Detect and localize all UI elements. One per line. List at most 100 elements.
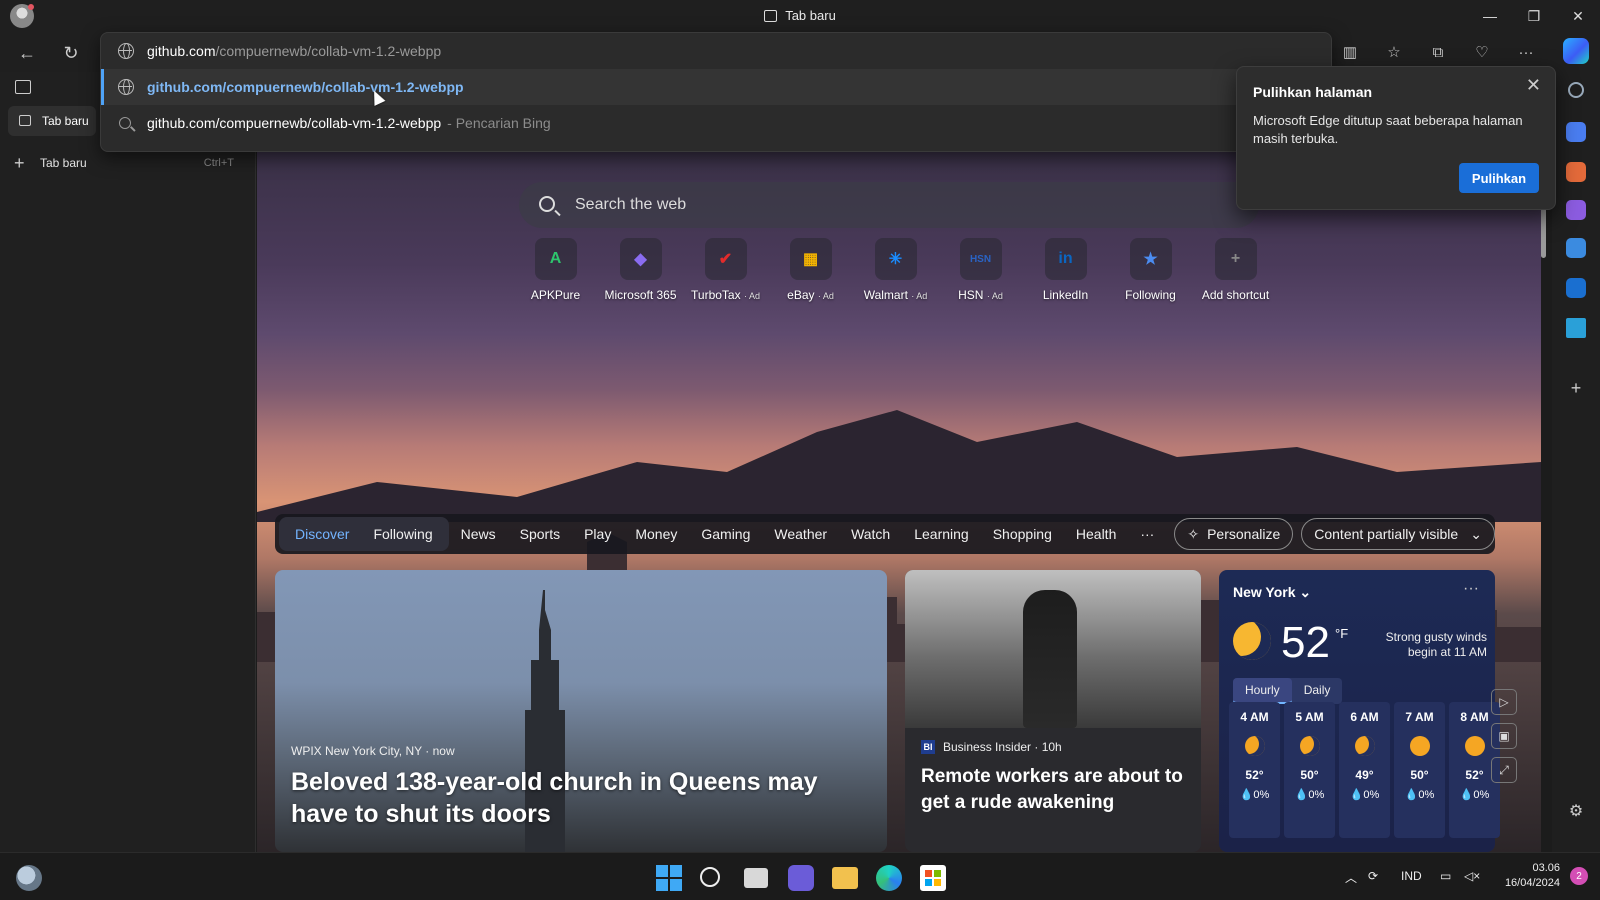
shortcut-hsn[interactable]: HSN HSN · Ad	[938, 238, 1023, 302]
expand-icon[interactable]: ⤢	[1491, 757, 1517, 783]
suggestion-search[interactable]: github.com/compuernewb/collab-vm-1.2-web…	[101, 105, 1331, 141]
close-icon[interactable]: ✕	[1526, 75, 1541, 96]
restore-button[interactable]: Pulihkan	[1459, 163, 1539, 193]
add-sidebar-app-icon[interactable]: +	[1566, 378, 1586, 398]
moon-icon	[1354, 736, 1375, 756]
hourly-forecast-item[interactable]: 6 AM 49° 💧0%	[1339, 702, 1390, 838]
play-icon[interactable]: ▷	[1491, 689, 1517, 715]
shortcut-add-shortcut[interactable]: + Add shortcut	[1193, 238, 1278, 302]
tab-shopping[interactable]: Shopping	[981, 517, 1064, 551]
shopping-icon[interactable]	[1566, 122, 1586, 142]
article-headline[interactable]: Beloved 138-year-old church in Queens ma…	[291, 766, 871, 830]
browser-essentials-icon[interactable]: ♡	[1460, 38, 1504, 66]
minimize-button[interactable]: —	[1468, 0, 1512, 32]
hourly-forecast-item[interactable]: 4 AM 52° 💧0%	[1229, 702, 1280, 838]
suggestion-url[interactable]: github.com/compuernewb/collab-vm-1.2-web…	[101, 69, 1331, 105]
split-screen-icon[interactable]: ▥	[1328, 38, 1372, 66]
tab-hourly[interactable]: Hourly	[1233, 678, 1292, 704]
sidebar-settings-icon[interactable]: ⚙	[1566, 802, 1586, 822]
language-indicator[interactable]: IND	[1401, 869, 1422, 883]
back-button[interactable]: ←	[14, 40, 40, 66]
tab-news[interactable]: News	[449, 517, 508, 551]
image-icon[interactable]: ▣	[1491, 723, 1517, 749]
address-input[interactable]: github.com/compuernewb/collab-vm-1.2-web…	[101, 33, 1331, 69]
hourly-forecast-item[interactable]: 7 AM 50° 💧0%	[1394, 702, 1445, 838]
tab-gaming[interactable]: Gaming	[689, 517, 762, 551]
search-placeholder: Search the web	[575, 196, 687, 213]
favorites-icon[interactable]: ☆	[1372, 38, 1416, 66]
notification-badge[interactable]: 2	[1570, 867, 1588, 885]
more-tabs-button[interactable]: ···	[1128, 517, 1166, 551]
settings-more-icon[interactable]: ···	[1504, 38, 1548, 66]
tab-daily[interactable]: Daily	[1292, 678, 1343, 704]
tab-watch[interactable]: Watch	[839, 517, 902, 551]
sun-icon	[1464, 736, 1485, 756]
tools-icon[interactable]	[1566, 162, 1586, 182]
tab-play[interactable]: Play	[572, 517, 623, 551]
maximize-button[interactable]: ❐	[1512, 0, 1556, 32]
shortcut-walmart[interactable]: ✳ Walmart · Ad	[853, 238, 938, 302]
shortcut-ebay[interactable]: ▦ eBay · Ad	[768, 238, 853, 302]
new-tab-button[interactable]: + Tab baru Ctrl+T	[14, 152, 234, 174]
forecast-temp: 49°	[1355, 768, 1374, 782]
search-icon[interactable]	[700, 867, 720, 887]
shortcut-turbotax[interactable]: ✔ TurboTax · Ad	[683, 238, 768, 302]
content-visibility-dropdown[interactable]: Content partially visible ⌄	[1301, 518, 1495, 550]
shortcut-label-text: HSN	[958, 288, 984, 302]
store-icon[interactable]	[920, 865, 946, 891]
shortcut-following[interactable]: ★ Following	[1108, 238, 1193, 302]
teams-chat-icon[interactable]	[788, 865, 814, 891]
weather-alert[interactable]: Strong gusty winds begin at 11 AM	[1363, 630, 1487, 660]
news-card-secondary[interactable]: BI Business Insider · 10h Remote workers…	[905, 570, 1201, 852]
display-icon[interactable]: ▭	[1440, 869, 1451, 883]
microsoft-365-icon[interactable]	[1566, 238, 1586, 258]
drop-icon[interactable]	[1566, 318, 1586, 338]
tab-following[interactable]: Following	[361, 517, 444, 551]
hourly-forecast-item[interactable]: 5 AM 50° 💧0%	[1284, 702, 1335, 838]
shortcut-label: Walmart · Ad	[853, 288, 938, 302]
news-card-main[interactable]: WPIX New York City, NY · now Beloved 138…	[275, 570, 887, 852]
task-view-icon[interactable]	[744, 868, 768, 888]
personalize-button[interactable]: ✧ Personalize	[1174, 518, 1294, 550]
file-explorer-icon[interactable]	[832, 867, 858, 889]
clock[interactable]: 03.06 16/04/2024	[1505, 861, 1560, 891]
copilot-icon[interactable]	[1563, 38, 1589, 64]
search-icon[interactable]	[1568, 82, 1584, 98]
start-icon[interactable]	[656, 865, 682, 891]
outlook-icon[interactable]	[1566, 278, 1586, 298]
forecast-precip: 💧0%	[1404, 789, 1435, 801]
tab-label: Tab baru	[42, 114, 89, 128]
edge-icon[interactable]	[876, 865, 902, 891]
shortcut-label: Following	[1108, 288, 1193, 302]
article-headline[interactable]: Remote workers are about to get a rude a…	[921, 764, 1191, 816]
weather-widget[interactable]: New York ⌄ ··· 52 °F Strong gusty winds …	[1219, 570, 1500, 852]
collections-icon[interactable]: ⧉	[1416, 38, 1460, 66]
suggestion-url-text: github.com/compuernewb/collab-vm-1.2-web…	[147, 79, 464, 95]
tab-sports[interactable]: Sports	[508, 517, 572, 551]
shortcut-label-text: Following	[1125, 288, 1176, 302]
shortcut-linkedin[interactable]: in LinkedIn	[1023, 238, 1108, 302]
more-options-icon[interactable]: ···	[1463, 580, 1479, 598]
tab-money[interactable]: Money	[623, 517, 689, 551]
shortcut-apkpure[interactable]: A APKPure	[513, 238, 598, 302]
volume-icon[interactable]: ◁×	[1464, 869, 1480, 883]
tab-discover[interactable]: Discover	[283, 517, 361, 551]
shortcut-microsoft-365[interactable]: ◆ Microsoft 365	[598, 238, 683, 302]
page-scrollbar[interactable]	[1538, 152, 1550, 852]
refresh-button[interactable]: ↻	[58, 40, 84, 66]
tab-health[interactable]: Health	[1064, 517, 1128, 551]
new-tab-page: Search the web A APKPure ◆ Microsoft 365 ✔…	[257, 152, 1541, 852]
tab-weather[interactable]: Weather	[762, 517, 839, 551]
chevron-up-icon[interactable]: ︿	[1345, 869, 1357, 886]
shortcut-label-text: APKPure	[530, 288, 581, 302]
tab-new-tab[interactable]: Tab baru	[8, 106, 96, 136]
tab-learning[interactable]: Learning	[902, 517, 981, 551]
weather-location[interactable]: New York ⌄	[1233, 584, 1311, 601]
scrollbar-thumb[interactable]	[1541, 208, 1546, 258]
sync-icon[interactable]: ⟳	[1368, 869, 1378, 883]
close-button[interactable]: ✕	[1556, 0, 1600, 32]
weather-widget-icon[interactable]	[16, 865, 42, 891]
web-search-box[interactable]: Search the web	[519, 182, 1259, 228]
games-icon[interactable]	[1566, 200, 1586, 220]
tab-actions-icon[interactable]	[15, 80, 31, 94]
